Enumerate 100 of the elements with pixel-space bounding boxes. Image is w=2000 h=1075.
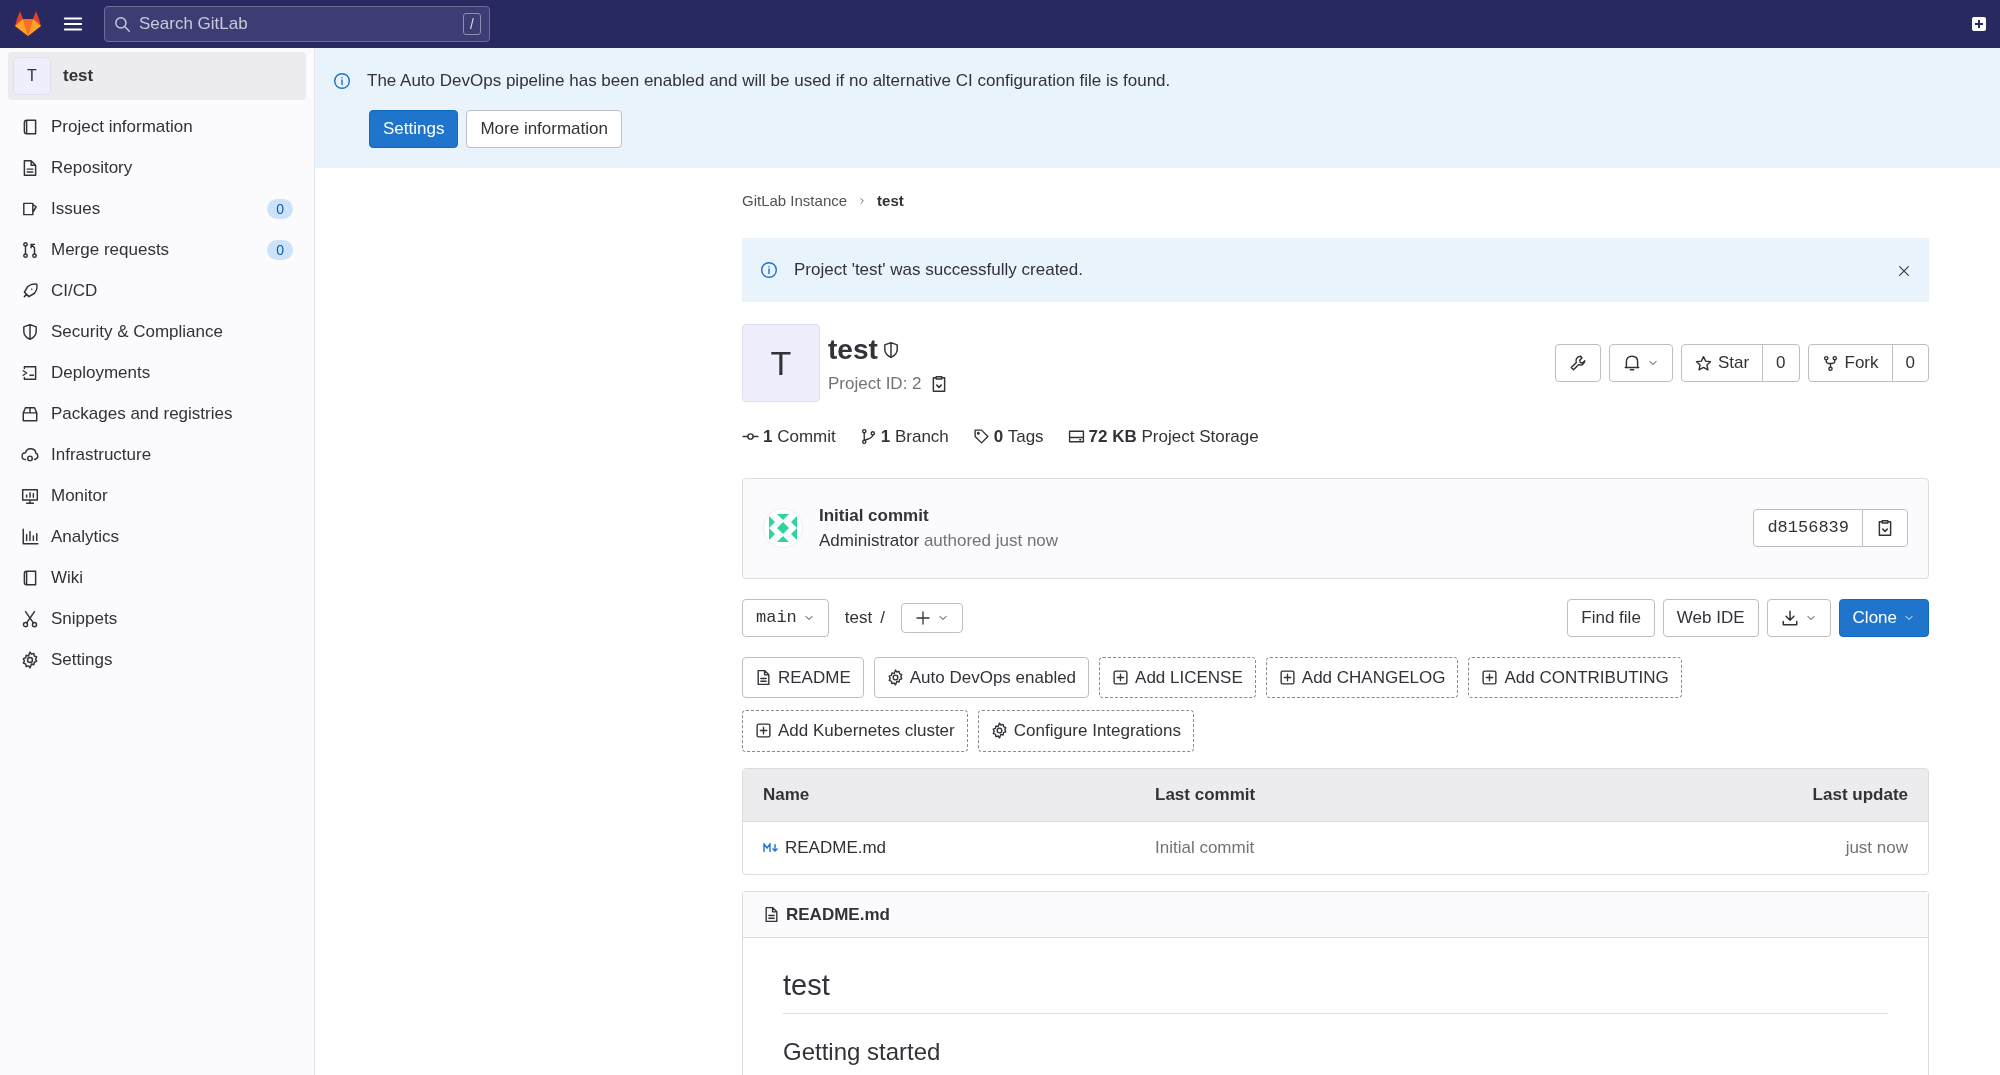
quick-action-link[interactable]: README (742, 656, 864, 698)
count-button[interactable]: 0 (1762, 344, 1800, 382)
close-icon (1897, 263, 1911, 278)
settings-icon (990, 722, 1008, 740)
quick-action-link[interactable]: Configure Integrations (977, 710, 1194, 752)
markdown-icon (763, 842, 779, 853)
fox-logo-icon[interactable] (14, 11, 42, 37)
toolbar-button[interactable]: Web IDE (1662, 598, 1759, 637)
bell-icon (1622, 354, 1641, 372)
readme-heading: Getting started (783, 1037, 942, 1067)
quick-action-link[interactable]: Add LICENSE (1099, 656, 1256, 698)
branch-dropdown[interactable]: main (742, 598, 829, 637)
search-icon (113, 15, 131, 33)
sidebar-item[interactable]: Infrastructure (8, 434, 306, 475)
stat-link[interactable]: 72 KB Project Storage (1067, 424, 1259, 450)
readme-filename: README.md (786, 903, 890, 926)
sidebar-item[interactable]: Snippets (8, 598, 306, 639)
project-item[interactable]: T test (8, 52, 306, 100)
sidebar-item[interactable]: Wiki (8, 557, 306, 598)
shield-icon (881, 341, 900, 360)
quick-action-link[interactable]: Add CHANGELOG (1265, 656, 1459, 698)
alert-text: Project 'test' was successfully created. (794, 259, 1084, 282)
shortcut-key: / (463, 13, 481, 35)
star-icon (1694, 354, 1712, 372)
search-field[interactable]: Search GitLab / (104, 6, 490, 42)
info-icon (760, 261, 778, 279)
sidebar-item[interactable]: Packages and registries (8, 393, 306, 434)
path-text: test (844, 606, 873, 629)
identicon-avatar (763, 508, 803, 548)
settings-button[interactable]: Settings (369, 109, 459, 148)
fork-button[interactable]: Fork (1807, 344, 1893, 382)
readme-title: test (783, 968, 1888, 1014)
settings-button[interactable] (1554, 344, 1601, 382)
breadcrumb-link[interactable]: GitLab Instance (742, 189, 848, 212)
quick-action-link[interactable]: Add Kubernetes cluster (742, 710, 968, 752)
branch-icon (859, 428, 877, 446)
scissors-icon (21, 609, 39, 628)
search-input[interactable]: Search GitLab (137, 10, 458, 38)
book-icon (21, 568, 39, 587)
sidebar-item[interactable]: Merge requests 0 (8, 229, 306, 270)
notification-button[interactable] (1608, 344, 1673, 382)
download-icon (1780, 608, 1799, 627)
stat-link[interactable]: 1 Commit (742, 424, 836, 450)
count-badge: 0 (267, 198, 293, 219)
shield-icon (21, 322, 39, 341)
more-information-button[interactable]: More information (466, 109, 622, 148)
merge-icon (21, 240, 39, 259)
sidebar-item[interactable]: Issues 0 (8, 188, 306, 229)
stat-link[interactable]: 0 Tags (972, 424, 1044, 450)
sidebar-item[interactable]: Repository (8, 147, 306, 188)
stat-link[interactable]: 1 Branch (859, 424, 949, 450)
sidebar-item[interactable]: Settings (8, 639, 306, 680)
quick-action-link[interactable]: Add CONTRIBUTING (1468, 656, 1682, 698)
count-button[interactable]: 0 (1891, 344, 1929, 382)
column-header: Last commit (1155, 783, 1257, 806)
wrench-icon (1568, 354, 1587, 372)
project-title: test (828, 333, 878, 368)
download-dropdown[interactable] (1766, 598, 1831, 637)
column-header: Last update (1812, 783, 1908, 806)
tag-icon (972, 428, 990, 446)
path-separator: / (880, 606, 885, 629)
sidebar-item[interactable]: Project information (8, 106, 306, 147)
storage-icon (1067, 428, 1085, 446)
toolbar-button[interactable]: Find file (1567, 598, 1655, 637)
commit-message-cell-text: Initial commit (1155, 836, 1256, 859)
commit-sha-button[interactable]: d8156839 (1753, 509, 1863, 547)
sidebar-item[interactable]: Security & Compliance (8, 311, 306, 352)
new-item-icon[interactable] (1972, 17, 1986, 31)
copy-icon (1876, 519, 1894, 537)
document-icon (21, 158, 39, 177)
banner-text: The Auto DevOps pipeline has been enabled and will be used if no alternative CI configuration file is found. (367, 70, 1171, 92)
sidebar-item[interactable]: Analytics (8, 516, 306, 557)
sidebar-item[interactable]: Monitor (8, 475, 306, 516)
star-button[interactable]: Star (1680, 344, 1764, 382)
deploy-icon (21, 363, 39, 382)
file-link[interactable]: README.md (785, 834, 887, 861)
cloud-icon (21, 445, 39, 464)
sidebar-item[interactable]: CI/CD (8, 270, 306, 311)
fork-icon (1821, 354, 1839, 372)
plus-square-icon (1481, 668, 1499, 686)
commit-title[interactable]: Initial commit (819, 502, 1738, 528)
info-icon (333, 71, 351, 90)
update-time-cell-text: just now (1845, 836, 1908, 859)
project-avatar: T (13, 57, 51, 95)
project-id: Project ID: 2 (828, 373, 922, 396)
settings-icon (886, 668, 904, 686)
document-icon (763, 905, 780, 923)
copy-button[interactable] (1862, 509, 1908, 547)
commit-author[interactable]: Administrator (819, 531, 920, 550)
breadcrumb-link[interactable]: test (877, 189, 904, 212)
clone-dropdown[interactable]: Clone (1838, 598, 1929, 637)
count-badge: 0 (267, 239, 293, 260)
rocket-icon (21, 281, 39, 300)
plus-square-icon (1112, 668, 1130, 686)
plus-icon (914, 609, 931, 626)
add-dropdown[interactable] (900, 602, 963, 633)
settings-icon (21, 650, 39, 669)
quick-action-link[interactable]: Auto DevOps enabled (873, 656, 1090, 698)
sidebar-item[interactable]: Deployments (8, 352, 306, 393)
monitor-icon (21, 486, 39, 505)
